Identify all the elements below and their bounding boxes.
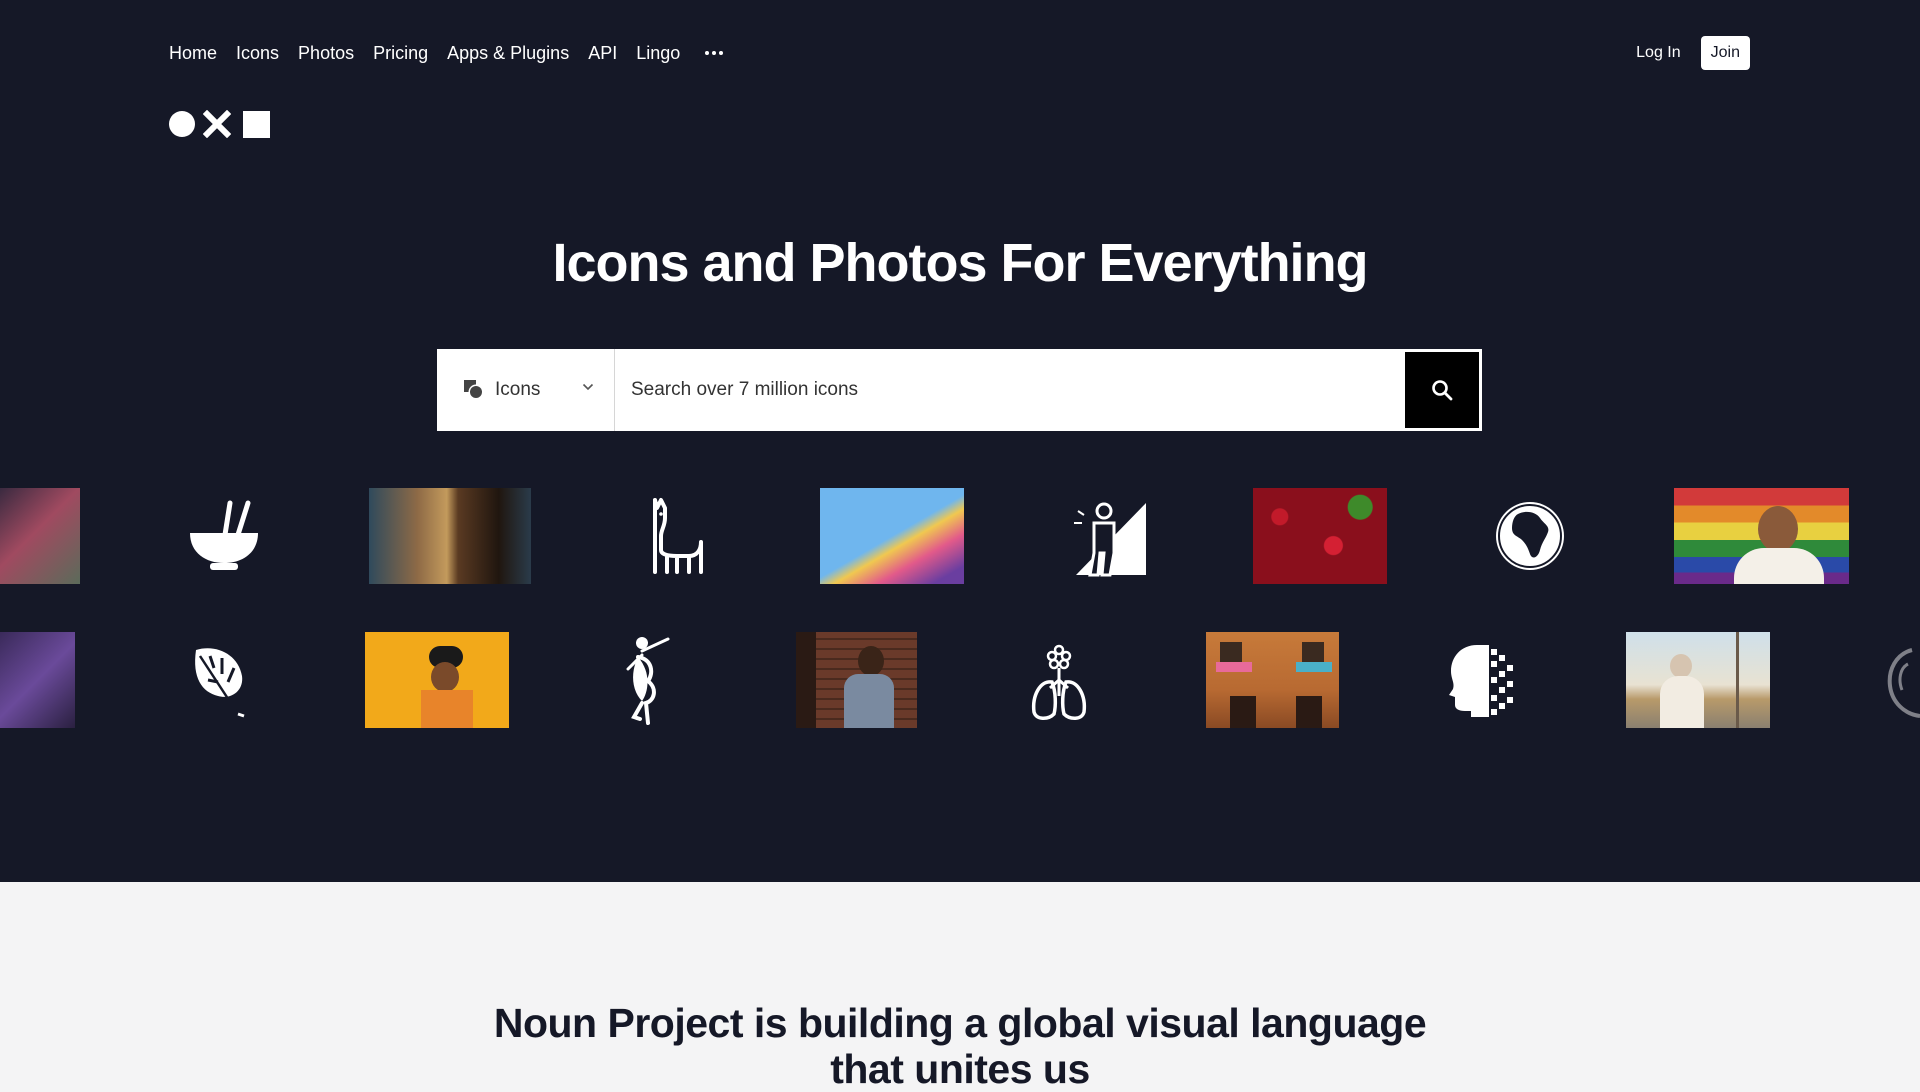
- square-icon: [243, 110, 270, 138]
- auth-area: Log In Join: [1636, 36, 1750, 70]
- nav-apps-plugins[interactable]: Apps & Plugins: [447, 43, 569, 64]
- photo-purple-flowers[interactable]: [0, 632, 75, 728]
- chevron-down-icon: [582, 383, 594, 391]
- photo-cropped-left[interactable]: [0, 488, 80, 584]
- more-dots-icon[interactable]: [705, 51, 724, 55]
- partial-icon-right[interactable]: [1882, 644, 1920, 720]
- photo-building-balconies[interactable]: [1206, 632, 1339, 728]
- mission-headline: Noun Project is building a global visual…: [0, 1000, 1920, 1092]
- dancer-icon[interactable]: [614, 632, 686, 728]
- photo-rainbow-flag-man[interactable]: [1674, 488, 1849, 584]
- icons-type-icon: [464, 380, 484, 400]
- search-button[interactable]: [1405, 352, 1479, 428]
- main-nav: Home Icons Photos Pricing Apps & Plugins…: [169, 40, 724, 66]
- noun-project-logo[interactable]: [169, 110, 270, 138]
- photo-two-women[interactable]: [369, 488, 531, 584]
- hero-section: Home Icons Photos Pricing Apps & Plugins…: [0, 0, 1920, 882]
- nav-pricing[interactable]: Pricing: [373, 43, 428, 64]
- mission-line-1: Noun Project is building a global visual…: [493, 1000, 1427, 1046]
- join-button[interactable]: Join: [1700, 36, 1750, 70]
- hero-headline: Icons and Photos For Everything: [552, 233, 1368, 293]
- photo-colorful-paper[interactable]: [820, 488, 964, 584]
- search-icon: [1432, 380, 1453, 401]
- photo-cherries[interactable]: [1253, 488, 1387, 584]
- nav-lingo[interactable]: Lingo: [636, 43, 680, 64]
- x-icon: [203, 110, 231, 138]
- search-input[interactable]: [615, 349, 1402, 431]
- circle-icon: [169, 111, 195, 137]
- search-type-dropdown[interactable]: Icons: [437, 349, 615, 431]
- nav-photos[interactable]: Photos: [298, 43, 354, 64]
- monstera-leaf-icon[interactable]: [186, 640, 252, 720]
- photo-woman-boat[interactable]: [1626, 632, 1770, 728]
- mission-line-2: that unites us: [830, 1046, 1090, 1092]
- nav-home[interactable]: Home: [169, 43, 217, 64]
- globe-africa-icon[interactable]: [1490, 496, 1570, 576]
- nav-icons[interactable]: Icons: [236, 43, 279, 64]
- person-ramp-icon[interactable]: [1070, 496, 1150, 578]
- llama-icon[interactable]: [640, 494, 710, 580]
- photo-man-brick-wall[interactable]: [796, 632, 917, 728]
- login-link[interactable]: Log In: [1636, 44, 1680, 62]
- bowl-chopsticks-icon[interactable]: [181, 496, 267, 576]
- photo-woman-yellow[interactable]: [365, 632, 509, 728]
- mission-section: Noun Project is building a global visual…: [0, 882, 1920, 1092]
- search-bar: Icons: [437, 349, 1482, 431]
- flower-lungs-icon[interactable]: [1026, 638, 1092, 724]
- pixel-head-icon[interactable]: [1446, 640, 1522, 720]
- search-type-label: Icons: [495, 379, 541, 400]
- nav-api[interactable]: API: [588, 43, 617, 64]
